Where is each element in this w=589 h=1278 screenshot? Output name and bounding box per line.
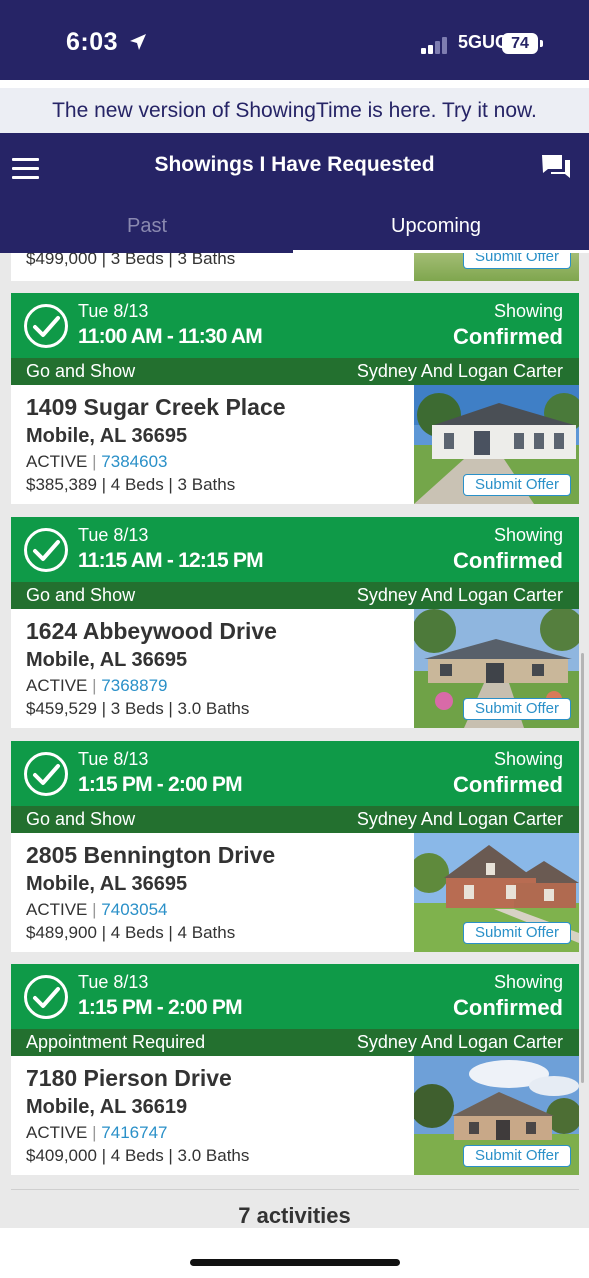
submit-offer-button[interactable]: Submit Offer xyxy=(463,698,571,720)
listing-status-line: ACTIVE | 7384603 xyxy=(26,452,167,472)
check-circle-icon xyxy=(24,304,68,348)
mls-link[interactable]: 7403054 xyxy=(101,900,167,919)
showing-time: 1:15 PM - 2:00 PM xyxy=(78,773,243,796)
chat-icon[interactable] xyxy=(540,152,572,182)
card-header: Tue 8/13 11:00 AM - 11:30 AM Showing Con… xyxy=(11,293,579,358)
listing-details: $499,000 | 3 Beds | 3 Baths xyxy=(26,253,236,268)
battery-tip xyxy=(540,40,543,47)
showing-type: Go and Show xyxy=(26,361,136,381)
property-address: 1624 Abbeywood Drive xyxy=(26,618,277,644)
status-badge: Confirmed xyxy=(453,995,563,1020)
listing-details: $459,529 | 3 Beds | 3.0 Baths xyxy=(26,699,250,718)
card-body[interactable]: 1409 Sugar Creek Place Mobile, AL 36695 … xyxy=(11,385,579,504)
card-body[interactable]: 7180 Pierson Drive Mobile, AL 36619 ACTI… xyxy=(11,1056,579,1175)
listing-details: $489,900 | 4 Beds | 4 Baths xyxy=(26,923,236,942)
property-address: 2805 Bennington Drive xyxy=(26,842,276,868)
showing-card[interactable]: Tue 8/13 11:00 AM - 11:30 AM Showing Con… xyxy=(11,293,579,504)
listing-details: $409,000 | 4 Beds | 3.0 Baths xyxy=(26,1146,250,1165)
submit-offer-button[interactable]: Submit Offer xyxy=(463,1145,571,1167)
showing-date: Tue 8/13 xyxy=(78,749,149,769)
property-city: Mobile, AL 36619 xyxy=(26,1096,188,1118)
card-body[interactable]: 1624 Abbeywood Drive Mobile, AL 36695 AC… xyxy=(11,609,579,728)
status-badge: Confirmed xyxy=(453,548,563,573)
agent-name: Sydney And Logan Carter xyxy=(356,585,563,605)
card-body[interactable]: 2805 Bennington Drive Mobile, AL 36695 A… xyxy=(11,833,579,952)
submit-offer-button[interactable]: Submit Offer xyxy=(463,922,571,944)
listing-status-line: ACTIVE | 7416747 xyxy=(26,1123,167,1143)
showing-date: Tue 8/13 xyxy=(78,972,149,992)
showing-time: 11:15 AM - 12:15 PM xyxy=(78,549,264,572)
location-arrow-icon xyxy=(130,34,146,50)
listing-status: ACTIVE xyxy=(26,1123,88,1142)
card-subheader: Go and Show Sydney And Logan Carter xyxy=(11,358,579,385)
showing-type: Go and Show xyxy=(26,809,136,829)
showing-type: Go and Show xyxy=(26,585,136,605)
showing-card[interactable]: Tue 8/13 11:15 AM - 12:15 PM Showing Con… xyxy=(11,517,579,728)
bottom-safe-area xyxy=(0,1228,589,1278)
status-badge: Confirmed xyxy=(453,324,563,349)
card-subheader: Go and Show Sydney And Logan Carter xyxy=(11,582,579,609)
submit-offer-button[interactable]: Submit Offer xyxy=(463,253,571,269)
property-city: Mobile, AL 36695 xyxy=(26,649,188,671)
listing-status: ACTIVE xyxy=(26,676,88,695)
showings-list[interactable]: $499,000 | 3 Beds | 3 Baths Submit Offer… xyxy=(0,253,589,1228)
status-bar: 6:03 5GUC 74 xyxy=(0,0,589,80)
card-subheader: Go and Show Sydney And Logan Carter xyxy=(11,806,579,833)
showing-card-partial[interactable]: $499,000 | 3 Beds | 3 Baths Submit Offer xyxy=(11,253,579,281)
property-address: 7180 Pierson Drive xyxy=(26,1065,232,1091)
activities-count: 7 activities xyxy=(238,1203,351,1228)
listing-status: ACTIVE xyxy=(26,452,88,471)
check-circle-icon xyxy=(24,528,68,572)
divider xyxy=(11,1189,579,1190)
mls-link[interactable]: 7384603 xyxy=(101,452,167,471)
separator: | xyxy=(92,900,97,919)
home-indicator[interactable] xyxy=(190,1259,400,1266)
status-label: Showing xyxy=(493,301,563,321)
property-city: Mobile, AL 36695 xyxy=(26,425,188,447)
tab-upcoming[interactable]: Upcoming xyxy=(391,215,481,238)
showing-time: 11:00 AM - 11:30 AM xyxy=(78,325,263,348)
separator: | xyxy=(92,452,97,471)
check-circle-icon xyxy=(24,752,68,796)
mls-link[interactable]: 7416747 xyxy=(101,1123,167,1142)
scrollbar[interactable] xyxy=(581,653,584,1083)
separator: | xyxy=(92,1123,97,1142)
status-time: 6:03 xyxy=(66,28,119,56)
status-label: Showing xyxy=(493,972,563,992)
property-address: 1409 Sugar Creek Place xyxy=(26,394,286,420)
signal-icon xyxy=(421,36,451,54)
showing-date: Tue 8/13 xyxy=(78,301,149,321)
separator: | xyxy=(92,676,97,695)
tab-past[interactable]: Past xyxy=(127,215,167,238)
listing-details: $385,389 | 4 Beds | 3 Baths xyxy=(26,475,236,494)
showing-card[interactable]: Tue 8/13 1:15 PM - 2:00 PM Showing Confi… xyxy=(11,741,579,952)
showing-type: Appointment Required xyxy=(26,1032,206,1052)
listing-status: ACTIVE xyxy=(26,900,88,919)
showing-date: Tue 8/13 xyxy=(78,525,149,545)
card-header: Tue 8/13 11:15 AM - 12:15 PM Showing Con… xyxy=(11,517,579,582)
agent-name: Sydney And Logan Carter xyxy=(356,361,563,381)
listing-status-line: ACTIVE | 7403054 xyxy=(26,900,167,920)
status-label: Showing xyxy=(493,525,563,545)
status-badge: Confirmed xyxy=(453,772,563,797)
status-label: Showing xyxy=(493,749,563,769)
agent-name: Sydney And Logan Carter xyxy=(356,1032,563,1052)
showing-card[interactable]: Tue 8/13 1:15 PM - 2:00 PM Showing Confi… xyxy=(11,964,579,1175)
app-header: Showings I Have Requested Past Upcoming xyxy=(0,133,589,253)
update-banner[interactable]: The new version of ShowingTime is here. … xyxy=(0,88,589,133)
network-label: 5GUC xyxy=(458,32,509,52)
agent-name: Sydney And Logan Carter xyxy=(356,809,563,829)
check-circle-icon xyxy=(24,975,68,1019)
listing-status-line: ACTIVE | 7368879 xyxy=(26,676,167,696)
card-subheader: Appointment Required Sydney And Logan Ca… xyxy=(11,1029,579,1056)
battery-icon: 74 xyxy=(502,33,538,54)
mls-link[interactable]: 7368879 xyxy=(101,676,167,695)
card-header: Tue 8/13 1:15 PM - 2:00 PM Showing Confi… xyxy=(11,741,579,806)
showing-time: 1:15 PM - 2:00 PM xyxy=(78,996,243,1019)
card-header: Tue 8/13 1:15 PM - 2:00 PM Showing Confi… xyxy=(11,964,579,1029)
submit-offer-button[interactable]: Submit Offer xyxy=(463,474,571,496)
page-title: Showings I Have Requested xyxy=(154,153,435,176)
property-city: Mobile, AL 36695 xyxy=(26,873,188,895)
